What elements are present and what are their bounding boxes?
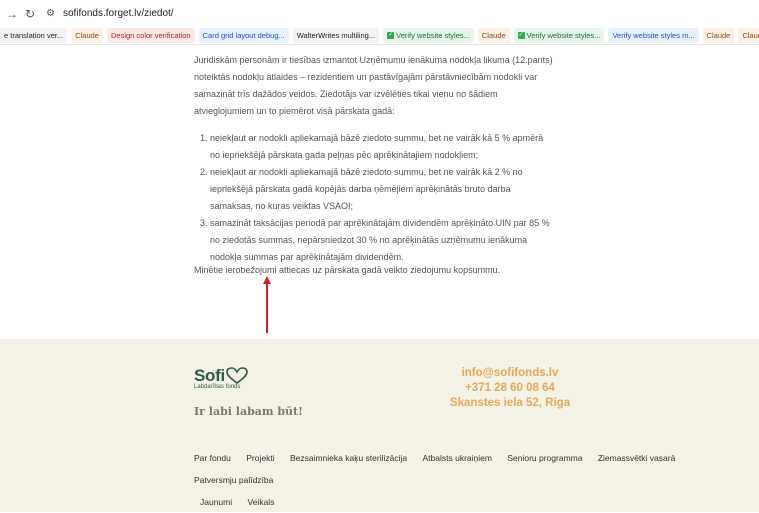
- bookmark-item[interactable]: ✓ Verify website styles...: [383, 28, 474, 43]
- footer-link-jaunumi[interactable]: Jaunumi: [200, 491, 232, 513]
- footer-link-par-fondu[interactable]: Par fondu: [194, 447, 231, 469]
- footer-link-patversmju-palidziba[interactable]: Patversmju palīdzība: [194, 469, 273, 491]
- main-content: Juridiskām personām ir tiesības izmantot…: [194, 52, 554, 266]
- bookmark-item[interactable]: Card grid layout debug...: [198, 28, 289, 43]
- bookmark-label: WalterWrites multiling...: [296, 31, 376, 40]
- bookmark-item[interactable]: Claude: [71, 28, 103, 43]
- bookmark-item[interactable]: WalterWrites multiling...: [292, 28, 380, 43]
- checkbox-icon: ✓: [387, 32, 395, 39]
- bookmark-item[interactable]: Claude: [702, 28, 735, 43]
- limits-note: Minētie ierobežojumi attiecas uz pārskat…: [194, 265, 501, 275]
- url-box[interactable]: ⚙ sofifonds.forget.lv/ziedot/: [46, 4, 174, 24]
- intro-paragraph: Juridiskām personām ir tiesības izmantot…: [194, 55, 553, 116]
- bookmark-item[interactable]: e translation ver...: [0, 28, 68, 43]
- annotation-arrow-icon: [263, 276, 271, 333]
- bookmark-label: Design color verification: [110, 31, 191, 40]
- footer-link-senioru-programma[interactable]: Senioru programma: [507, 447, 582, 469]
- bookmark-label: Claude: [706, 31, 731, 40]
- bookmark-label: Claude: [481, 31, 506, 40]
- bookmarks-bar: e translation ver... Claude Design color v…: [0, 27, 759, 45]
- relief-list: neiekļaut ar nodokli apliekamajā bāzē zi…: [194, 130, 554, 266]
- footer-link-projekti[interactable]: Projekti: [246, 447, 274, 469]
- heart-icon: [226, 367, 248, 384]
- bookmark-label: e translation ver...: [4, 31, 64, 40]
- site-footer: Sofi Labdarības fonds Ir labi labam būt!…: [0, 339, 759, 512]
- bookmark-label: Verify website styles...: [396, 31, 470, 40]
- address-bar: → ↻ ⚙ sofifonds.forget.lv/ziedot/: [0, 0, 759, 27]
- sofi-logo[interactable]: Sofi Labdarības fonds: [194, 366, 248, 390]
- bookmark-label: Claude: [742, 31, 759, 40]
- footer-link-ziemassvetki-vasara[interactable]: Ziemassvētki vasarā: [598, 447, 675, 469]
- logo-subtitle: Labdarības fonds: [194, 384, 241, 390]
- logo-wordmark: Sofi: [194, 366, 225, 385]
- list-item: samazināt taksācijas periodā par aprēķin…: [210, 215, 554, 266]
- phone-link[interactable]: +371 28 60 08 64: [440, 381, 580, 396]
- forward-icon[interactable]: →: [6, 8, 18, 20]
- address-text: Skanstes iela 52, Rīga: [449, 397, 571, 409]
- contact-block: info@sofifonds.lv +371 28 60 08 64 Skans…: [440, 366, 580, 411]
- bookmark-item[interactable]: Claude: [477, 28, 510, 43]
- footer-link-kaku-sterilizacija[interactable]: Bezsaimnieka kaķu sterilizācija: [290, 447, 407, 469]
- bookmark-item[interactable]: Claude: [738, 28, 759, 43]
- bookmark-item[interactable]: Verify website styles m...: [608, 28, 699, 43]
- list-item: neiekļaut ar nodokli apliekamajā bāzē zi…: [210, 164, 554, 215]
- list-item: neiekļaut ar nodokli apliekamajā bāzē zi…: [210, 130, 554, 164]
- bookmark-label: Card grid layout debug...: [202, 31, 285, 40]
- bookmark-item[interactable]: Design color verification: [106, 28, 195, 43]
- footer-link-veikals[interactable]: Veikals: [248, 491, 275, 513]
- email-link[interactable]: info@sofifonds.lv: [440, 366, 580, 381]
- checkbox-icon: ✓: [517, 32, 525, 39]
- reload-icon[interactable]: ↻: [24, 8, 36, 20]
- footer-link-atbalsts-ukrainiem[interactable]: Atbalsts ukraiņiem: [423, 447, 492, 469]
- footer-nav: Par fondu Projekti Bezsaimnieka kaķu ste…: [194, 447, 759, 513]
- tagline: Ir labi labam būt!: [194, 405, 303, 418]
- bookmark-label: Verify website styles m...: [612, 31, 695, 40]
- bookmark-item[interactable]: ✓ Verify website styles...: [513, 28, 605, 43]
- bookmark-label: Verify website styles...: [526, 31, 601, 40]
- url-text[interactable]: sofifonds.forget.lv/ziedot/: [63, 8, 174, 19]
- bookmark-label: Claude: [75, 31, 99, 40]
- site-settings-icon[interactable]: ⚙: [46, 8, 55, 19]
